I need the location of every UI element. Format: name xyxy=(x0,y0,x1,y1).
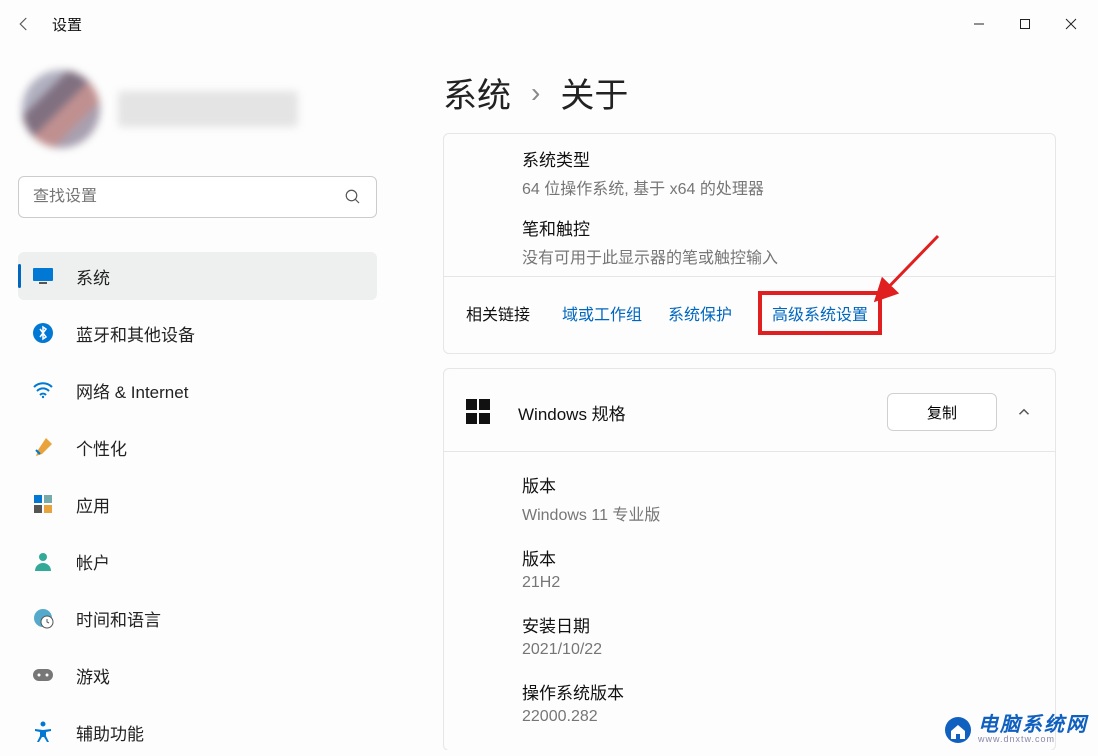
related-links-title: 相关链接 xyxy=(466,301,530,325)
sidebar-item-accessibility[interactable]: 辅助功能 xyxy=(18,708,377,756)
minimize-button[interactable] xyxy=(956,4,1002,44)
bluetooth-icon xyxy=(32,322,54,344)
breadcrumb: 系统 › 关于 xyxy=(443,68,1098,117)
house-icon xyxy=(944,716,972,744)
sidebar-item-time-language[interactable]: 时间和语言 xyxy=(18,594,377,642)
minimize-icon xyxy=(973,18,985,30)
gamepad-icon xyxy=(32,664,54,686)
search-icon xyxy=(344,188,362,206)
spec-value: 64 位操作系统, 基于 x64 的处理器 xyxy=(522,175,1027,199)
spec-system-type: 系统类型 64 位操作系统, 基于 x64 的处理器 xyxy=(444,138,1055,207)
windows-specs-details: 版本 Windows 11 专业版 版本 21H2 安装日期 2021/10/2… xyxy=(444,451,1055,746)
sidebar-item-label: 蓝牙和其他设备 xyxy=(76,321,195,346)
chevron-right-icon: › xyxy=(531,77,540,109)
sidebar-item-gaming[interactable]: 游戏 xyxy=(18,651,377,699)
sidebar-item-label: 个性化 xyxy=(76,435,127,460)
spec-value: 2021/10/22 xyxy=(522,641,1027,659)
spec-label: 安装日期 xyxy=(522,612,1027,637)
window-controls xyxy=(956,4,1094,44)
close-icon xyxy=(1064,17,1078,31)
sidebar-item-personalization[interactable]: 个性化 xyxy=(18,423,377,471)
sidebar-item-label: 游戏 xyxy=(76,663,110,688)
sidebar-item-label: 应用 xyxy=(76,492,110,517)
windows-specs-card: Windows 规格 复制 版本 Windows 11 专业版 版本 21H2 … xyxy=(443,368,1056,750)
apps-icon xyxy=(32,493,54,515)
globe-clock-icon xyxy=(32,607,54,629)
accessibility-icon xyxy=(32,721,54,743)
titlebar: 设置 xyxy=(0,0,1098,48)
spec-edition: 版本 Windows 11 专业版 xyxy=(444,472,1055,545)
spec-value: 没有可用于此显示器的笔或触控输入 xyxy=(522,244,1027,268)
person-icon xyxy=(32,550,54,572)
main-content: 系统 › 关于 系统类型 64 位操作系统, 基于 x64 的处理器 笔和触控 … xyxy=(395,48,1098,750)
spec-version: 版本 21H2 xyxy=(444,545,1055,612)
watermark-url: www.dnxtw.com xyxy=(978,735,1088,744)
profile-block[interactable] xyxy=(22,70,377,148)
spec-install-date: 安装日期 2021/10/22 xyxy=(444,612,1055,679)
sidebar-item-label: 辅助功能 xyxy=(76,720,144,745)
spec-pen-touch: 笔和触控 没有可用于此显示器的笔或触控输入 xyxy=(444,207,1055,276)
link-domain-workgroup[interactable]: 域或工作组 xyxy=(562,301,642,325)
wifi-icon xyxy=(32,379,54,401)
search-input[interactable] xyxy=(33,188,344,206)
spec-label: 系统类型 xyxy=(522,146,1027,171)
sidebar-item-system[interactable]: 系统 xyxy=(18,252,377,300)
sidebar-item-label: 时间和语言 xyxy=(76,606,161,631)
watermark: 电脑系统网 www.dnxtw.com xyxy=(944,715,1088,744)
sidebar-item-bluetooth[interactable]: 蓝牙和其他设备 xyxy=(18,309,377,357)
sidebar-item-accounts[interactable]: 帐户 xyxy=(18,537,377,585)
sidebar-item-network[interactable]: 网络 & Internet xyxy=(18,366,377,414)
watermark-title: 电脑系统网 xyxy=(978,715,1088,735)
sidebar: 系统 蓝牙和其他设备 网络 & Internet 个性化 应用 帐户 时间和语言 xyxy=(0,48,395,750)
search-input-wrapper[interactable] xyxy=(18,176,377,218)
arrow-left-icon xyxy=(15,15,33,33)
spec-label: 版本 xyxy=(522,472,1027,497)
spec-label: 版本 xyxy=(522,545,1027,570)
maximize-button[interactable] xyxy=(1002,4,1048,44)
section-title: Windows 规格 xyxy=(518,400,626,425)
spec-label: 操作系统版本 xyxy=(522,679,1027,704)
spec-value: Windows 11 专业版 xyxy=(522,501,1027,525)
close-button[interactable] xyxy=(1048,4,1094,44)
brush-icon xyxy=(32,436,54,458)
breadcrumb-parent[interactable]: 系统 xyxy=(443,68,511,117)
link-advanced-system-settings[interactable]: 高级系统设置 xyxy=(758,291,882,335)
copy-button[interactable]: 复制 xyxy=(887,393,997,431)
system-icon xyxy=(32,265,54,287)
spec-label: 笔和触控 xyxy=(522,215,1027,240)
related-links-row: 相关链接 域或工作组 系统保护 高级系统设置 xyxy=(444,276,1055,349)
avatar xyxy=(22,70,100,148)
windows-specs-header[interactable]: Windows 规格 复制 xyxy=(444,373,1055,451)
maximize-icon xyxy=(1019,18,1031,30)
sidebar-item-apps[interactable]: 应用 xyxy=(18,480,377,528)
sidebar-item-label: 帐户 xyxy=(76,549,110,574)
breadcrumb-current: 关于 xyxy=(560,68,628,117)
link-system-protection[interactable]: 系统保护 xyxy=(668,301,732,325)
spec-value: 21H2 xyxy=(522,574,1027,592)
windows-icon xyxy=(466,399,492,425)
sidebar-item-label: 系统 xyxy=(76,264,110,289)
app-title: 设置 xyxy=(52,14,82,35)
back-button[interactable] xyxy=(4,4,44,44)
device-specs-card: 系统类型 64 位操作系统, 基于 x64 的处理器 笔和触控 没有可用于此显示… xyxy=(443,133,1056,354)
sidebar-item-label: 网络 & Internet xyxy=(76,378,188,403)
profile-name-redacted xyxy=(118,91,298,127)
chevron-up-icon xyxy=(1015,403,1033,421)
